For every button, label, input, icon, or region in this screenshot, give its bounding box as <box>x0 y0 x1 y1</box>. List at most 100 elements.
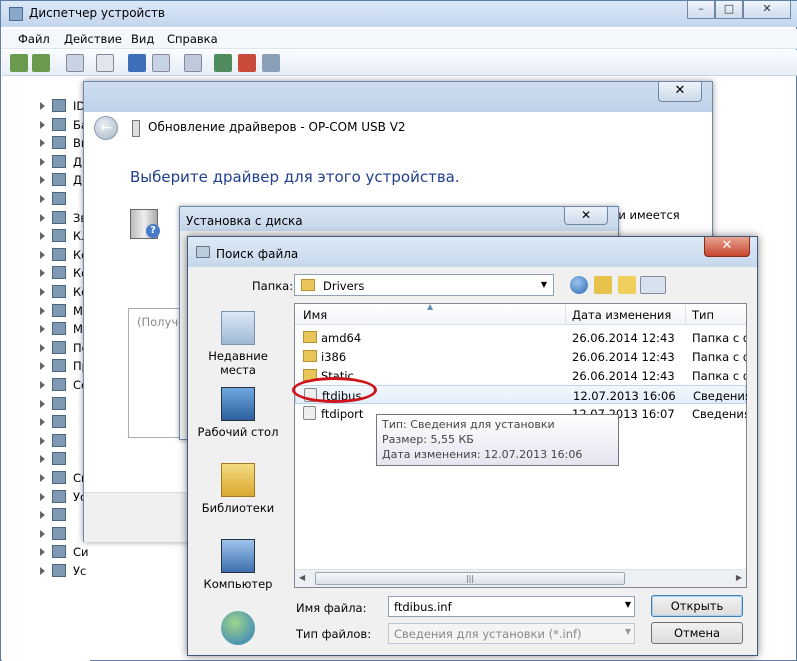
expand-arrow-icon[interactable] <box>40 381 45 389</box>
menu-help[interactable]: Справка <box>167 32 218 46</box>
place-computer[interactable]: Компьютер <box>192 539 284 591</box>
tree-item[interactable] <box>2 395 90 413</box>
chevron-down-icon[interactable]: ▼ <box>625 627 631 636</box>
tree-item[interactable] <box>2 190 90 208</box>
scroll-right-icon[interactable]: ▶ <box>736 573 742 582</box>
file-row[interactable]: amd64 26.06.2014 12:43 Папка с ф <box>295 328 746 347</box>
tree-item[interactable]: Ви <box>2 134 90 152</box>
menu-file[interactable]: Файл <box>18 32 50 46</box>
tree-item[interactable]: Се <box>2 376 90 394</box>
disk-dialog-close-button[interactable]: ✕ <box>564 207 608 225</box>
tree-item[interactable]: Зв <box>2 209 90 227</box>
back-arrow-icon[interactable] <box>10 54 28 72</box>
expand-arrow-icon[interactable] <box>40 455 45 464</box>
properties-icon[interactable] <box>96 54 114 72</box>
column-type[interactable]: Тип <box>692 308 714 322</box>
column-divider[interactable] <box>685 304 686 325</box>
tree-view-icon[interactable] <box>66 54 84 72</box>
expand-arrow-icon[interactable] <box>40 343 45 352</box>
tree-item[interactable]: Си <box>2 469 90 487</box>
column-date[interactable]: Дата изменения <box>572 308 671 322</box>
expand-arrow-icon[interactable] <box>40 325 45 334</box>
open-button[interactable]: Открыть <box>651 595 743 617</box>
expand-arrow-icon[interactable] <box>40 250 45 259</box>
expand-arrow-icon[interactable] <box>40 102 45 110</box>
place-recent[interactable]: Недавние места <box>192 311 284 377</box>
tree-item[interactable]: Ко <box>2 264 90 282</box>
uninstall-icon[interactable] <box>238 54 256 72</box>
column-name[interactable]: Имя <box>303 308 327 322</box>
close-button[interactable]: ✕ <box>743 1 791 19</box>
expand-arrow-icon[interactable] <box>40 157 45 166</box>
expand-arrow-icon[interactable] <box>40 567 45 575</box>
maximize-button[interactable]: □ <box>715 1 743 19</box>
chevron-down-icon[interactable]: ▼ <box>537 277 551 293</box>
tree-item[interactable]: Кл <box>2 227 90 245</box>
tree-item[interactable]: Др <box>2 171 90 189</box>
menu-view[interactable]: Вид <box>131 32 154 46</box>
back-icon[interactable] <box>570 276 588 294</box>
place-network[interactable] <box>192 611 284 649</box>
tree-item[interactable]: Ди <box>2 153 90 171</box>
expand-arrow-icon[interactable] <box>40 213 45 222</box>
wizard-back-button[interactable]: ← <box>94 116 118 140</box>
tree-item[interactable]: Ус <box>2 562 90 580</box>
cancel-button[interactable]: Отмена <box>651 622 743 644</box>
tree-item[interactable]: Ус <box>2 488 90 506</box>
tree-item[interactable]: По <box>2 339 90 357</box>
menu-action[interactable]: Действие <box>64 32 122 46</box>
expand-arrow-icon[interactable] <box>40 139 45 148</box>
horizontal-scrollbar[interactable]: ◀ ||| ▶ <box>295 569 746 587</box>
scrollbar-thumb[interactable]: ||| <box>315 572 625 585</box>
expand-arrow-icon[interactable] <box>40 529 45 538</box>
chevron-down-icon[interactable]: ▼ <box>625 600 631 609</box>
expand-arrow-icon[interactable] <box>40 232 45 241</box>
expand-arrow-icon[interactable] <box>40 418 45 427</box>
expand-arrow-icon[interactable] <box>40 120 45 129</box>
expand-arrow-icon[interactable] <box>40 436 45 445</box>
update-driver-icon[interactable] <box>214 54 232 72</box>
expand-arrow-icon[interactable] <box>40 511 45 520</box>
filename-input[interactable]: ftdibus.inf ▼ <box>388 596 635 617</box>
help-icon[interactable] <box>128 54 146 72</box>
scan-hardware-icon[interactable] <box>184 54 202 72</box>
file-row[interactable]: i386 26.06.2014 12:43 Папка с ф <box>295 347 746 366</box>
place-desktop[interactable]: Рабочий стол <box>192 387 284 439</box>
file-list[interactable]: Имя ▲ Дата изменения Тип amd64 26.06.201… <box>294 302 747 588</box>
forward-arrow-icon[interactable] <box>32 54 50 72</box>
tree-item[interactable]: Ба <box>2 116 90 134</box>
expand-arrow-icon[interactable] <box>40 195 45 203</box>
expand-arrow-icon[interactable] <box>40 288 45 296</box>
expand-arrow-icon[interactable] <box>40 399 45 408</box>
new-folder-icon[interactable] <box>618 276 636 294</box>
expand-arrow-icon[interactable] <box>40 548 45 557</box>
console-icon[interactable] <box>152 54 170 72</box>
expand-arrow-icon[interactable] <box>40 492 45 501</box>
tree-item[interactable] <box>2 432 90 450</box>
tree-item[interactable] <box>2 525 90 543</box>
browse-dialog-close-button[interactable]: ✕ <box>704 237 750 257</box>
tree-item[interactable]: Ко <box>2 246 90 264</box>
tree-item[interactable]: Ко <box>2 283 90 301</box>
view-menu-icon[interactable] <box>640 276 666 294</box>
expand-arrow-icon[interactable] <box>40 269 45 278</box>
tree-item[interactable]: Си <box>2 543 90 561</box>
expand-arrow-icon[interactable] <box>40 176 45 185</box>
folder-select[interactable]: Drivers ▼ <box>294 274 554 296</box>
wizard-close-button[interactable]: ✕ <box>658 82 702 102</box>
column-divider[interactable] <box>565 304 566 325</box>
tree-item[interactable] <box>2 450 90 468</box>
tree-item[interactable]: Мы <box>2 320 92 338</box>
minimize-button[interactable]: – <box>687 1 715 19</box>
tree-item[interactable]: Ми <box>2 302 90 320</box>
expand-arrow-icon[interactable] <box>40 306 45 315</box>
up-folder-icon[interactable] <box>594 276 612 294</box>
tree-item[interactable]: Пр <box>2 357 90 375</box>
tree-item[interactable] <box>2 506 90 524</box>
tree-item[interactable]: ID <box>2 97 90 115</box>
filetype-select[interactable]: Сведения для установки (*.inf) ▼ <box>388 623 635 644</box>
scroll-left-icon[interactable]: ◀ <box>299 573 305 582</box>
tree-item[interactable] <box>2 413 90 431</box>
place-libraries[interactable]: Библиотеки <box>192 463 284 515</box>
enable-device-icon[interactable] <box>262 54 280 72</box>
